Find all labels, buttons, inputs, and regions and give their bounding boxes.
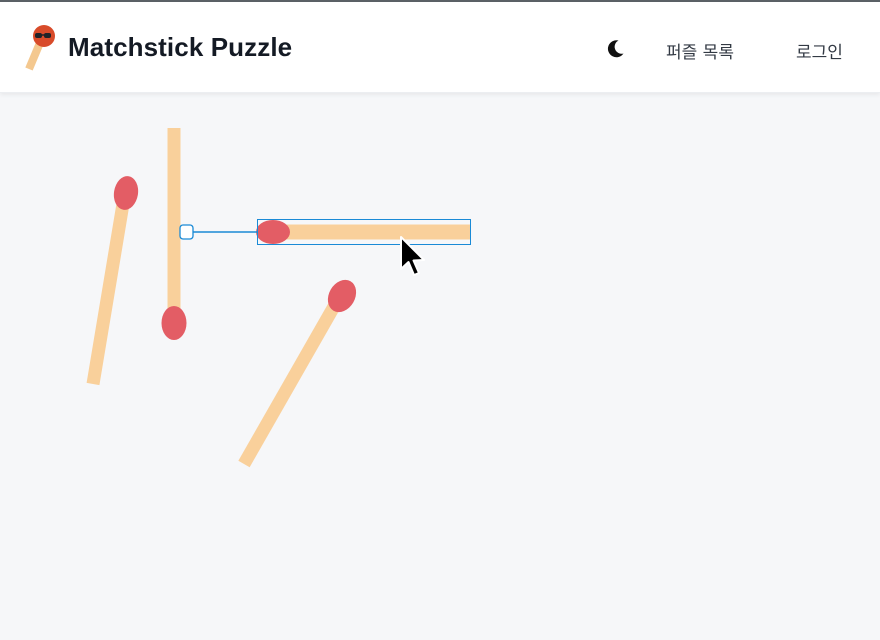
mouse-pointer-icon bbox=[400, 236, 425, 276]
nav-puzzle-list-link[interactable]: 퍼즐 목록 bbox=[666, 38, 734, 63]
matchstick-2-head bbox=[161, 306, 187, 340]
rotate-handle[interactable] bbox=[179, 224, 194, 240]
matchstick-3-head bbox=[256, 220, 290, 244]
matchstick-logo-icon[interactable] bbox=[20, 24, 60, 72]
brand-title[interactable]: Matchstick Puzzle bbox=[68, 32, 292, 63]
matchstick-4[interactable] bbox=[238, 275, 362, 468]
puzzle-canvas[interactable] bbox=[0, 93, 880, 640]
moon-icon[interactable] bbox=[604, 38, 626, 60]
matchstick-board[interactable] bbox=[0, 93, 880, 640]
nav-login-link[interactable]: 로그인 bbox=[796, 38, 843, 63]
app-header: Matchstick Puzzle 퍼즐 목록 로그인 bbox=[0, 2, 880, 93]
matchstick-1-stick bbox=[86, 196, 131, 386]
matchstick-4-stick bbox=[238, 299, 342, 468]
matchstick-1-head bbox=[113, 176, 139, 210]
matchstick-1[interactable] bbox=[86, 174, 141, 386]
